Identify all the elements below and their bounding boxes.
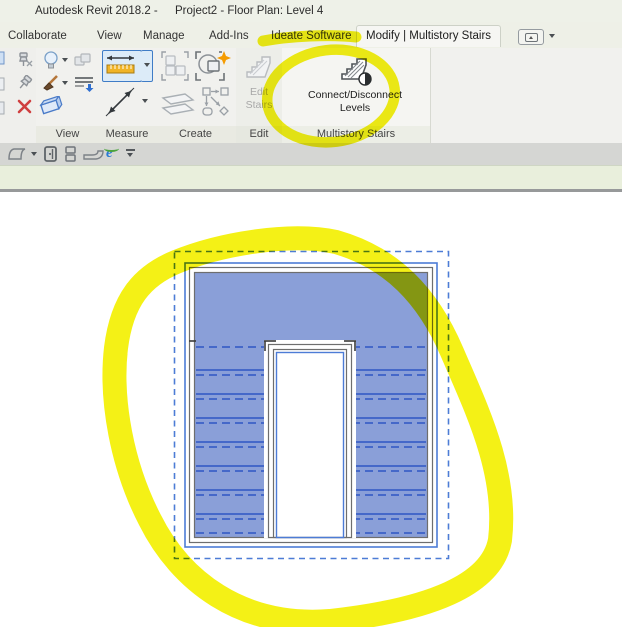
revit-window: Autodesk Revit 2018.2 - Project2 - Floor…: [0, 0, 622, 627]
stair-well: [264, 340, 356, 538]
multistory-stair-plan[interactable]: [0, 0, 622, 627]
